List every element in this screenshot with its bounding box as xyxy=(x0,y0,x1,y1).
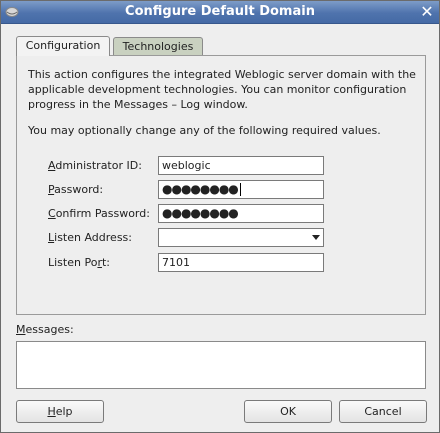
tab-technologies[interactable]: Technologies xyxy=(113,37,203,56)
dialog-title: Configure Default Domain xyxy=(125,4,315,19)
configuration-panel: This action configures the integrated We… xyxy=(16,55,426,315)
admin-id-label-text: dministrator ID: xyxy=(55,159,142,172)
configure-domain-dialog: Configure Default Domain ✕ Configuration… xyxy=(0,0,440,433)
listen-port-label-after: t: xyxy=(101,256,110,269)
help-button-text: elp xyxy=(55,405,73,418)
description-text: This action configures the integrated We… xyxy=(28,68,416,111)
app-icon xyxy=(5,7,19,17)
help-button[interactable]: Help xyxy=(16,400,104,423)
listen-port-label-before: Listen Po xyxy=(48,256,98,269)
messages-label-text: essages: xyxy=(25,323,74,336)
confirm-password-mnemonic: C xyxy=(48,207,56,220)
admin-id-label: Administrator ID: xyxy=(48,159,142,172)
messages-label: Messages: xyxy=(16,323,74,336)
listen-port-field[interactable]: 7101 xyxy=(158,253,324,272)
listen-address-label: Listen Address: xyxy=(48,231,132,244)
admin-id-value: weblogic xyxy=(162,159,211,172)
close-icon[interactable]: ✕ xyxy=(419,4,435,20)
tab-configuration[interactable]: Configuration xyxy=(16,36,110,56)
listen-port-value: 7101 xyxy=(162,256,190,269)
confirm-password-label-text: onfirm Password: xyxy=(55,207,150,220)
confirm-password-label: Confirm Password: xyxy=(48,207,150,220)
cancel-button[interactable]: Cancel xyxy=(339,400,427,423)
listen-port-label: Listen Port: xyxy=(48,256,110,269)
listen-address-combo[interactable] xyxy=(158,228,324,247)
password-value: ●●●●●●●● xyxy=(162,182,239,196)
password-field[interactable]: ●●●●●●●● xyxy=(158,180,324,199)
confirm-password-field[interactable]: ●●●●●●●● xyxy=(158,204,324,223)
confirm-password-value: ●●●●●●●● xyxy=(162,206,239,220)
listen-address-label-text: isten Address: xyxy=(54,231,132,244)
password-label: Password: xyxy=(48,183,103,196)
help-mnemonic: H xyxy=(47,405,56,418)
title-bar: Configure Default Domain ✕ xyxy=(1,1,439,24)
password-label-text: assword: xyxy=(54,183,104,196)
messages-area[interactable] xyxy=(16,341,426,389)
text-caret xyxy=(239,183,241,196)
chevron-down-icon[interactable] xyxy=(312,235,320,240)
admin-id-field[interactable]: weblogic xyxy=(158,156,324,175)
instruction-text: You may optionally change any of the fol… xyxy=(28,124,381,137)
messages-mnemonic: M xyxy=(16,323,26,336)
ok-button[interactable]: OK xyxy=(244,400,332,423)
